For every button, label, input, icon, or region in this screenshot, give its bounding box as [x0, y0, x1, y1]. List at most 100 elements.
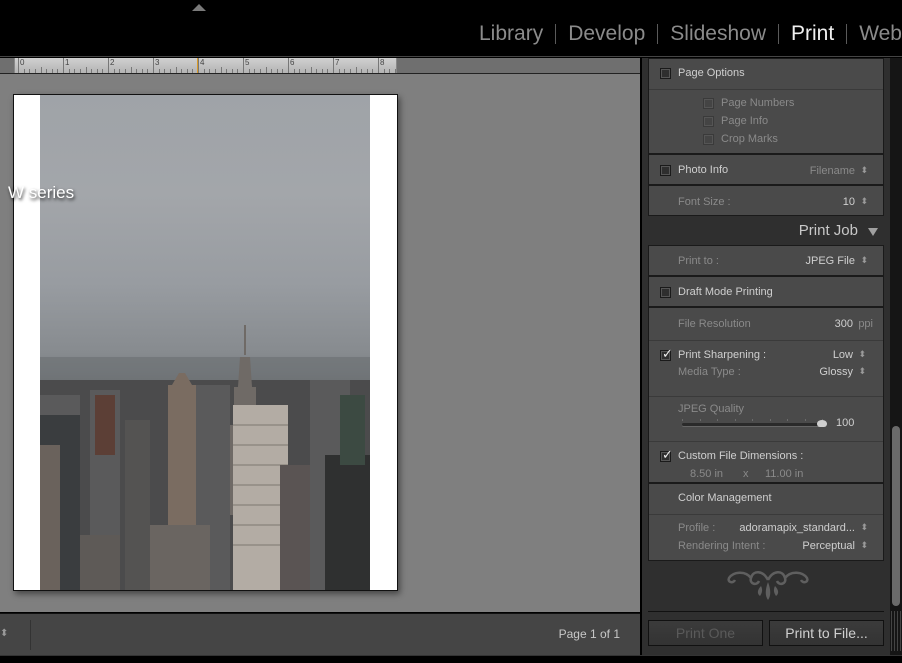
ruler-major-tick: [378, 58, 379, 73]
ruler-major-tick: [198, 58, 199, 73]
triangle-up-icon[interactable]: [192, 4, 206, 11]
photo-info-section: Photo Info Filename ⬍: [648, 154, 884, 185]
ruler-minor-tick: [220, 67, 222, 73]
ruler-minor-tick: [282, 69, 284, 73]
module-picker-bar: Library Develop Slideshow Print Web: [0, 0, 902, 57]
ruler-minor-tick: [74, 69, 76, 73]
updown-arrows-icon[interactable]: ⬍: [0, 628, 8, 639]
jpeg-quality-slider-track[interactable]: [682, 423, 822, 426]
page-count-label: Page 1 of 1: [558, 627, 620, 641]
bottom-toolbar: ⬍ Page 1 of 1: [0, 613, 640, 655]
updown-arrows-icon[interactable]: ⬍: [858, 349, 866, 360]
ruler-minor-tick: [124, 69, 126, 73]
crop-marks-checkbox[interactable]: [703, 134, 714, 145]
slider-tick: [699, 419, 701, 421]
crop-marks-label: Crop Marks: [721, 133, 778, 145]
module-tab-print[interactable]: Print: [779, 22, 846, 46]
updown-arrows-icon[interactable]: ⬍: [860, 255, 868, 266]
ruler-minor-tick: [164, 69, 166, 73]
ruler-minor-tick: [265, 67, 267, 73]
ruler-minor-tick: [214, 69, 216, 73]
font-size-dropdown[interactable]: 10: [843, 196, 855, 208]
ruler-minor-tick: [321, 69, 323, 73]
updown-arrows-icon[interactable]: ⬍: [860, 196, 868, 207]
ruler-minor-tick: [79, 69, 81, 73]
slider-tick: [734, 419, 736, 421]
page-numbers-row[interactable]: Page Numbers: [649, 95, 883, 113]
print-settings-section: File Resolution 300 ppi ✓ Print Sharpeni…: [648, 307, 884, 483]
file-resolution-value[interactable]: 300: [835, 318, 853, 330]
module-tab-web[interactable]: Web: [847, 22, 902, 46]
panel-scrollbar-thumb[interactable]: [892, 426, 900, 606]
skyline-photo: [40, 325, 370, 590]
draft-mode-checkbox[interactable]: [660, 287, 671, 298]
ruler-minor-tick: [344, 69, 346, 73]
slider-tick: [682, 419, 683, 421]
panel-scrollbar[interactable]: [890, 58, 902, 663]
page-info-row[interactable]: Page Info: [649, 113, 883, 131]
photo-info-dropdown[interactable]: Filename: [810, 165, 855, 177]
rendering-intent-dropdown[interactable]: Perceptual: [802, 540, 855, 552]
custom-dimensions-checkbox[interactable]: ✓: [660, 447, 673, 462]
jpeg-quality-value[interactable]: 100: [836, 417, 854, 429]
ruler-tick-label: 0: [20, 58, 25, 67]
slider-tick: [717, 419, 718, 421]
updown-arrows-icon[interactable]: ⬍: [858, 366, 866, 377]
jpeg-quality-label: JPEG Quality: [678, 403, 745, 415]
profile-dropdown[interactable]: adoramapix_standard...: [739, 522, 855, 534]
page-options-row[interactable]: Page Options: [649, 59, 883, 89]
page-info-checkbox[interactable]: [703, 116, 714, 127]
dimension-height-field[interactable]: 11.00 in: [765, 468, 803, 480]
updown-arrows-icon[interactable]: ⬍: [860, 165, 868, 176]
ruler-minor-tick: [186, 69, 188, 73]
page-options-section: Page Options Page Numbers Page Info Crop…: [648, 58, 884, 154]
ruler-minor-tick: [141, 69, 143, 73]
print-sharpening-dropdown[interactable]: Low: [833, 349, 853, 361]
overlay-caption-text: W series: [8, 183, 75, 202]
ruler-minor-tick: [355, 67, 357, 73]
slider-ticks: [682, 419, 823, 422]
slider-tick: [804, 419, 806, 421]
file-resolution-label: File Resolution: [678, 318, 751, 330]
panel-resize-grip[interactable]: [891, 611, 901, 651]
dimension-width-field[interactable]: 8.50 in: [690, 468, 723, 480]
file-resolution-unit: ppi: [858, 318, 873, 330]
ruler-tick-label: 4: [200, 58, 205, 67]
print-job-header[interactable]: Print Job: [648, 217, 884, 245]
ruler-tick-label: 5: [245, 58, 250, 67]
crop-marks-row[interactable]: Crop Marks: [649, 131, 883, 149]
print-to-dropdown[interactable]: JPEG File: [805, 255, 855, 267]
ruler-major-tick: [333, 58, 334, 73]
module-tab-slideshow[interactable]: Slideshow: [658, 22, 778, 46]
page-info-label: Page Info: [721, 115, 769, 127]
jpeg-quality-row: JPEG Quality 100: [649, 397, 883, 441]
filmstrip-edge: [0, 655, 902, 663]
triangle-down-icon[interactable]: [868, 228, 878, 236]
module-tab-library[interactable]: Library: [467, 22, 555, 46]
ruler-minor-tick: [46, 69, 48, 73]
updown-arrows-icon[interactable]: ⬍: [860, 540, 868, 551]
ruler-minor-tick: [383, 69, 385, 73]
section-divider: [649, 89, 883, 90]
photo-info-label: Photo Info: [678, 164, 729, 176]
ruler-minor-tick: [192, 69, 194, 73]
media-type-dropdown[interactable]: Glossy: [819, 366, 853, 378]
print-one-button[interactable]: Print One: [648, 620, 763, 646]
ruler-minor-tick: [119, 69, 121, 73]
ruler-major-tick: [108, 58, 109, 73]
updown-arrows-icon[interactable]: ⬍: [860, 522, 868, 533]
photo-info-checkbox[interactable]: [660, 165, 671, 176]
ruler-minor-tick: [57, 69, 59, 73]
photo-cell[interactable]: [40, 95, 370, 590]
page-options-checkbox[interactable]: [660, 68, 671, 79]
ruler-minor-tick: [254, 69, 256, 73]
print-to-file-button[interactable]: Print to File...: [769, 620, 884, 646]
jpeg-quality-slider-thumb[interactable]: [817, 418, 827, 428]
page-numbers-checkbox[interactable]: [703, 98, 714, 109]
module-tab-develop[interactable]: Develop: [556, 22, 657, 46]
print-sharpening-checkbox[interactable]: ✓: [660, 346, 673, 361]
ruler-minor-tick: [169, 69, 171, 73]
print-sharpening-row: ✓ Print Sharpening : Low ⬍ Media Type : …: [649, 341, 883, 389]
slider-tick: [769, 419, 771, 421]
right-panel: Page Options Page Numbers Page Info Crop…: [642, 58, 902, 663]
